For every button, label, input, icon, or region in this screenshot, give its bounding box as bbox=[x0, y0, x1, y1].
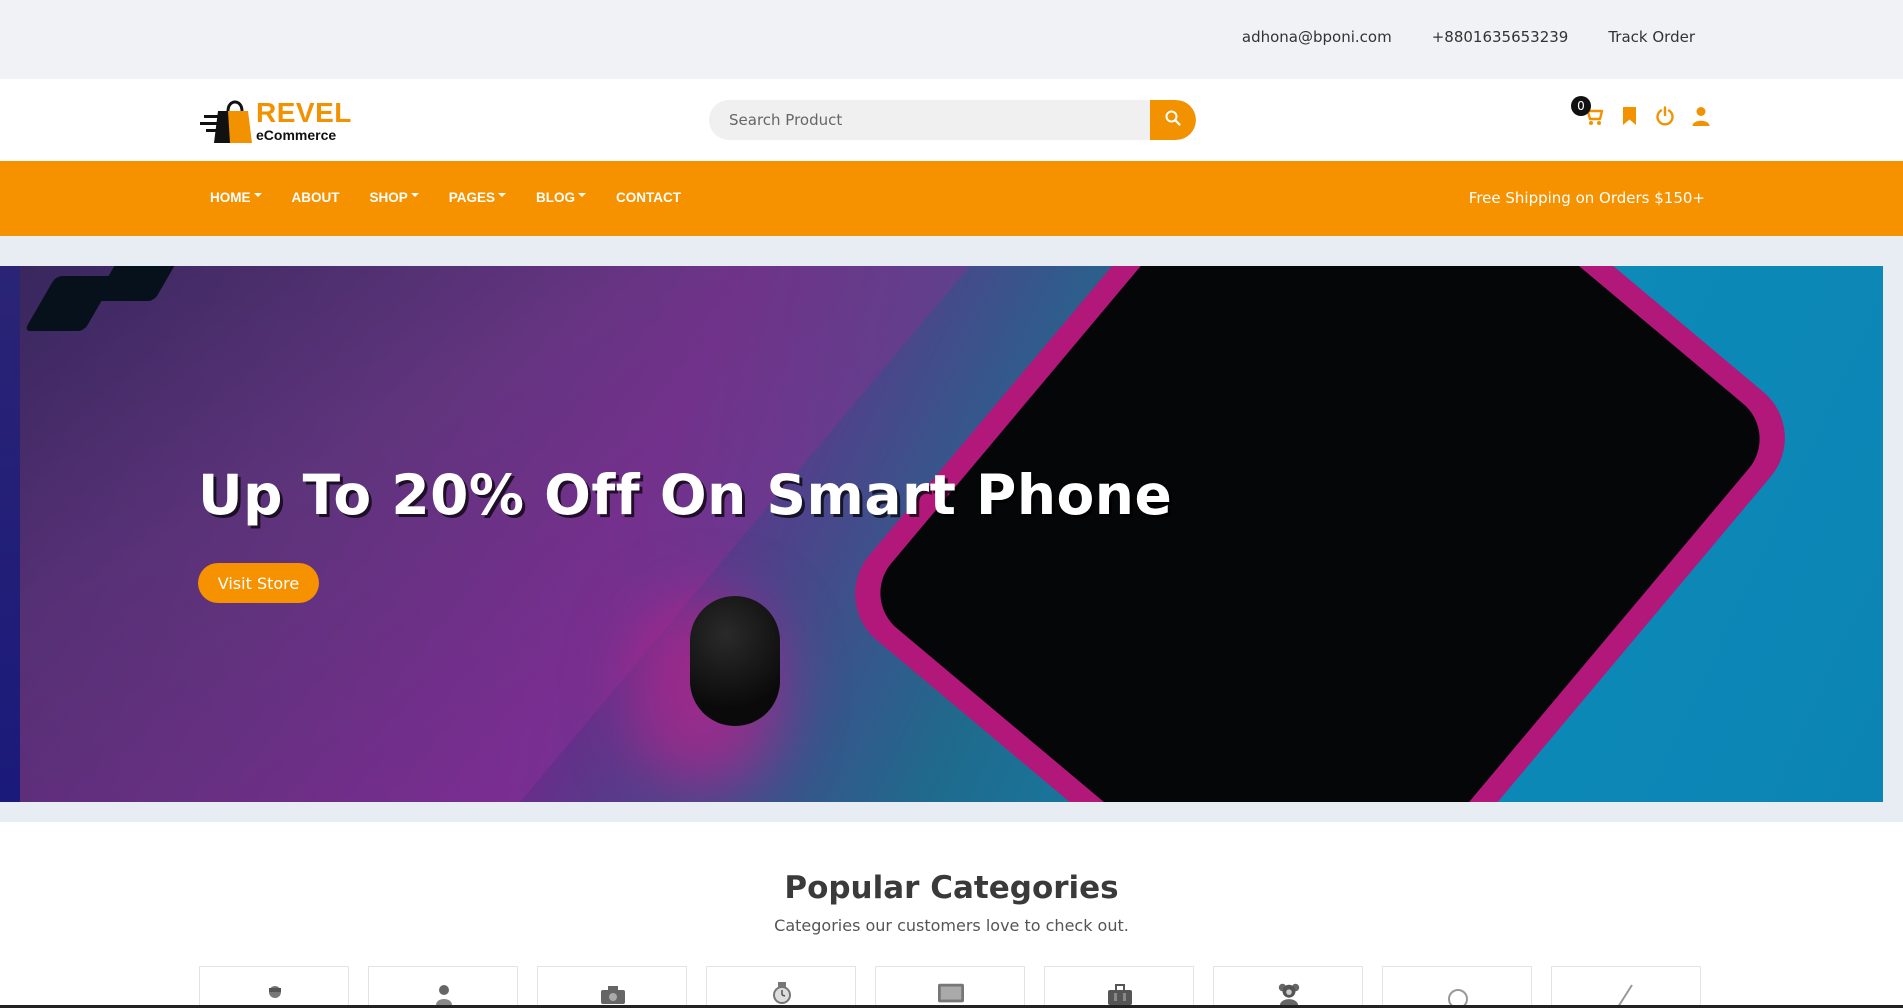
nav-item-label: PAGES bbox=[448, 190, 496, 205]
user-icon bbox=[1692, 106, 1710, 130]
caret-down-icon bbox=[578, 192, 587, 197]
categories-row bbox=[199, 966, 1701, 1008]
magnifier-icon bbox=[1445, 981, 1471, 1007]
logo[interactable]: REVEL eCommerce bbox=[200, 95, 351, 145]
search-button[interactable] bbox=[1150, 100, 1196, 140]
category-card[interactable] bbox=[1382, 966, 1532, 1008]
person-icon bbox=[262, 981, 288, 1007]
shopping-bag-logo-icon bbox=[200, 95, 254, 145]
power-icon bbox=[1655, 106, 1675, 130]
category-card[interactable] bbox=[1044, 966, 1194, 1008]
category-card[interactable] bbox=[368, 966, 518, 1008]
hero-banner: Up To 20% Off On Smart Phone Visit Store bbox=[0, 266, 1883, 802]
nav-item-contact[interactable]: CONTACT bbox=[616, 190, 681, 205]
teddy-bear-icon bbox=[1276, 981, 1302, 1007]
hero-title: Up To 20% Off On Smart Phone bbox=[198, 463, 1173, 527]
visit-store-button[interactable]: Visit Store bbox=[198, 563, 319, 603]
nav-item-pages[interactable]: PAGES bbox=[448, 190, 507, 205]
shipping-promo: Free Shipping on Orders $150+ bbox=[1468, 189, 1705, 207]
caret-down-icon bbox=[253, 192, 262, 197]
header-icons: 0 bbox=[1571, 96, 1711, 130]
cart-count-badge: 0 bbox=[1571, 96, 1591, 116]
topbar-links: adhona@bponi.com +8801635653239 Track Or… bbox=[1242, 28, 1695, 46]
search-icon bbox=[1165, 110, 1181, 130]
nav-item-label: CONTACT bbox=[616, 190, 682, 205]
logo-title: REVEL bbox=[256, 96, 352, 128]
category-card[interactable] bbox=[706, 966, 856, 1008]
camera-icon bbox=[600, 981, 626, 1007]
smartphone-screen bbox=[861, 266, 1779, 802]
topbar-phone-link[interactable]: +8801635653239 bbox=[1432, 28, 1569, 46]
topbar: adhona@bponi.com +8801635653239 Track Or… bbox=[0, 0, 1903, 79]
cart-button[interactable]: 0 bbox=[1571, 96, 1604, 130]
popular-categories-subtitle: Categories our customers love to check o… bbox=[774, 916, 1129, 935]
monitor-icon bbox=[938, 981, 964, 1007]
search-input[interactable] bbox=[709, 100, 1149, 140]
nav-item-home[interactable]: HOME bbox=[210, 190, 262, 205]
nav-item-blog[interactable]: BLOG bbox=[536, 190, 587, 205]
watch-icon bbox=[769, 981, 795, 1007]
topbar-email-link[interactable]: adhona@bponi.com bbox=[1242, 28, 1392, 46]
laptop-image bbox=[0, 266, 1020, 802]
nav-item-label: SHOP bbox=[369, 190, 408, 205]
hero-edge bbox=[0, 266, 20, 802]
nav-item-label: BLOG bbox=[536, 190, 576, 205]
logout-button[interactable] bbox=[1655, 106, 1675, 130]
track-order-link[interactable]: Track Order bbox=[1608, 28, 1695, 46]
logo-subtitle: eCommerce bbox=[256, 126, 337, 143]
briefcase-icon bbox=[1107, 981, 1133, 1007]
nav-item-about[interactable]: ABOUT bbox=[292, 190, 340, 205]
bookmark-button[interactable] bbox=[1619, 106, 1639, 130]
header: REVEL eCommerce 0 bbox=[0, 79, 1903, 161]
category-card[interactable] bbox=[1213, 966, 1363, 1008]
nav-item-label: HOME bbox=[210, 190, 251, 205]
category-card[interactable] bbox=[875, 966, 1025, 1008]
pen-icon bbox=[1614, 981, 1640, 1007]
popular-categories-title: Popular Categories bbox=[784, 870, 1119, 906]
nav-item-label: ABOUT bbox=[291, 190, 340, 205]
caret-down-icon bbox=[498, 192, 507, 197]
search-bar bbox=[709, 100, 1196, 140]
smartphone-image bbox=[830, 266, 1810, 802]
nav-item-shop[interactable]: SHOP bbox=[370, 190, 419, 205]
bookmark-icon bbox=[1622, 106, 1637, 130]
category-card[interactable] bbox=[199, 966, 349, 1008]
woman-icon bbox=[431, 981, 457, 1007]
category-card[interactable] bbox=[1551, 966, 1701, 1008]
earbud-image bbox=[690, 596, 780, 726]
logo-text: REVEL eCommerce bbox=[256, 96, 352, 143]
caret-down-icon bbox=[410, 192, 419, 197]
category-card[interactable] bbox=[537, 966, 687, 1008]
main-nav: HOME ABOUT SHOP PAGES BLOG CONTACT Free … bbox=[0, 161, 1903, 236]
hero-section: Up To 20% Off On Smart Phone Visit Store bbox=[0, 236, 1903, 822]
nav-menu: HOME ABOUT SHOP PAGES BLOG CONTACT bbox=[210, 190, 711, 205]
account-button[interactable] bbox=[1691, 106, 1711, 130]
